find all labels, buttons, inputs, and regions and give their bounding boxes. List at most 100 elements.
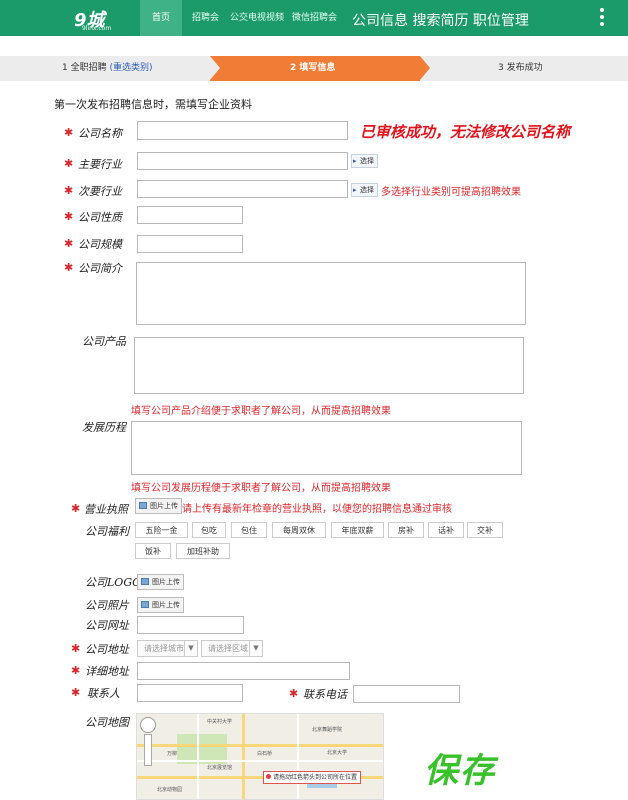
welfare-tag[interactable]: 包吃 [192,522,226,538]
company-intro-label: 公司简介 [78,262,122,275]
phone-label: 联系电话 [303,688,347,701]
step-3: 3 发布成功 [420,56,628,81]
map-marker-popup[interactable]: 请拖动红色箭头到公司所在位置 [263,771,362,784]
welfare-label: 公司福利 [85,525,129,538]
contact-label: 联系人 [87,687,120,700]
map-pin-icon[interactable] [266,774,271,779]
step-2: 2 填写信息 [210,56,420,81]
primary-industry-input[interactable] [137,152,348,170]
save-button[interactable]: 保存 [424,743,496,792]
history-textarea[interactable] [131,421,522,475]
step-arrow [210,56,220,80]
map-label: 万柳 [167,751,178,757]
welfare-tag[interactable]: 房补 [388,522,424,538]
map-road [242,714,245,799]
welfare-tag[interactable]: 交补 [467,522,503,538]
chevron-down-icon: ▼ [249,641,262,656]
logo-upload-button[interactable]: 图片上传 [137,574,184,590]
map-pan-control[interactable] [140,717,156,733]
company-intro-textarea[interactable] [136,262,526,325]
image-icon [139,502,147,509]
license-hint: 请上传有最新年检章的营业执照，以便您的招聘信息通过审核 [182,504,452,515]
map-road [137,760,383,762]
industry-hint: 多选择行业类别可提高招聘效果 [381,187,521,198]
city-select[interactable]: 请选择城市 ▼ [137,640,198,657]
website-input[interactable] [137,616,244,634]
company-scale-input[interactable] [137,235,243,253]
welfare-tag[interactable]: 加班补助 [176,543,230,559]
more-menu-icon[interactable] [600,6,606,29]
site-domain: 9linx.com [82,25,112,32]
history-hint: 填写公司发展历程便于求职者了解公司，从而提高招聘效果 [131,483,391,494]
history-label: 发展历程 [82,421,126,434]
required-mark: ✱ [64,210,74,223]
secondary-industry-input[interactable] [137,180,348,198]
map-road [297,714,299,799]
image-icon [141,578,149,585]
welfare-tag[interactable]: 每周双休 [272,522,326,538]
address-label: 公司地址 [85,643,129,656]
map-label: 北京展览馆 [207,765,233,771]
secondary-industry-select-button[interactable]: 选择 [351,183,378,197]
map-road [137,744,383,747]
company-nature-input[interactable] [137,206,243,224]
contact-input[interactable] [137,684,243,702]
step-progress-bar: 1 全职招聘 (重选类别) 2 填写信息 3 发布成功 [0,56,628,81]
detail-address-input[interactable] [137,662,350,680]
required-mark: ✱ [64,184,74,197]
image-icon [141,601,149,608]
welfare-tag[interactable]: 五险一金 [135,522,188,538]
page-overlay-title: 公司信息 搜索简历 职位管理 [352,13,529,29]
company-name-label: 公司名称 [78,127,122,140]
step-3-label: 3 发布成功 [498,63,543,73]
map-zoom-slider[interactable] [144,734,152,766]
required-mark: ✱ [64,237,74,250]
primary-industry-label: 主要行业 [78,158,122,171]
nav-wechat-fair[interactable]: 微信招聘会 [292,0,337,36]
map-label: 北京舞蹈学院 [312,727,343,733]
map-label: 北京大学 [327,750,348,756]
required-mark: ✱ [289,687,299,700]
detail-address-label: 详细地址 [85,665,129,678]
company-name-locked-note: 已审核成功，无法修改公司名称 [360,123,571,141]
company-nature-label: 公司性质 [78,211,122,224]
license-upload-button[interactable]: 图片上传 [135,498,182,514]
required-mark: ✱ [64,126,74,139]
company-map[interactable]: 中关村大学 北京舞蹈学院 北京大学 万柳 白石桥 北京展览馆 北京动物园 请拖动… [136,713,384,800]
secondary-industry-label: 次要行业 [78,185,122,198]
company-products-label: 公司产品 [82,335,126,348]
nav-home[interactable]: 首页 [140,0,182,36]
nav-job-fair[interactable]: 招聘会 [192,0,219,36]
primary-industry-select-button[interactable]: 选择 [351,154,378,168]
required-mark: ✱ [71,642,81,655]
site-logo[interactable]: 9城 9linx.com [74,6,111,32]
map-road [197,714,199,799]
step-2-label: 2 填写信息 [290,63,336,73]
intro-text: 第一次发布招聘信息时，需填写企业资料 [54,98,252,111]
reselect-category-link[interactable]: (重选类别) [109,63,152,73]
company-scale-label: 公司规模 [78,238,122,251]
phone-input[interactable] [353,685,460,703]
step-1-label: 1 全职招聘 [62,63,107,73]
required-mark: ✱ [71,502,81,515]
welfare-tag[interactable]: 话补 [428,522,464,538]
company-name-input[interactable] [137,121,348,140]
nav-bus-tv-video[interactable]: 公交电视视频 [230,0,284,36]
chevron-down-icon: ▼ [184,641,197,656]
company-logo-label: 公司LOGO [85,576,142,589]
map-label: 白石桥 [257,751,273,757]
district-select[interactable]: 请选择区域 ▼ [201,640,263,657]
map-label: 北京动物园 [157,787,183,793]
required-mark: ✱ [64,157,74,170]
welfare-tag[interactable]: 年底双薪 [331,522,384,538]
welfare-tag[interactable]: 包住 [231,522,267,538]
required-mark: ✱ [64,261,74,274]
company-map-label: 公司地图 [85,716,129,729]
business-license-label: 营业执照 [84,503,128,516]
welfare-tag[interactable]: 饭补 [135,543,171,559]
required-mark: ✱ [71,664,81,677]
products-hint: 填写公司产品介绍便于求职者了解公司，从而提高招聘效果 [131,406,391,417]
company-products-textarea[interactable] [134,337,524,394]
top-nav-bar: 9城 9linx.com 首页 招聘会 公交电视视频 微信招聘会 公司信息 搜索简… [0,0,628,36]
photo-upload-button[interactable]: 图片上传 [137,597,184,613]
